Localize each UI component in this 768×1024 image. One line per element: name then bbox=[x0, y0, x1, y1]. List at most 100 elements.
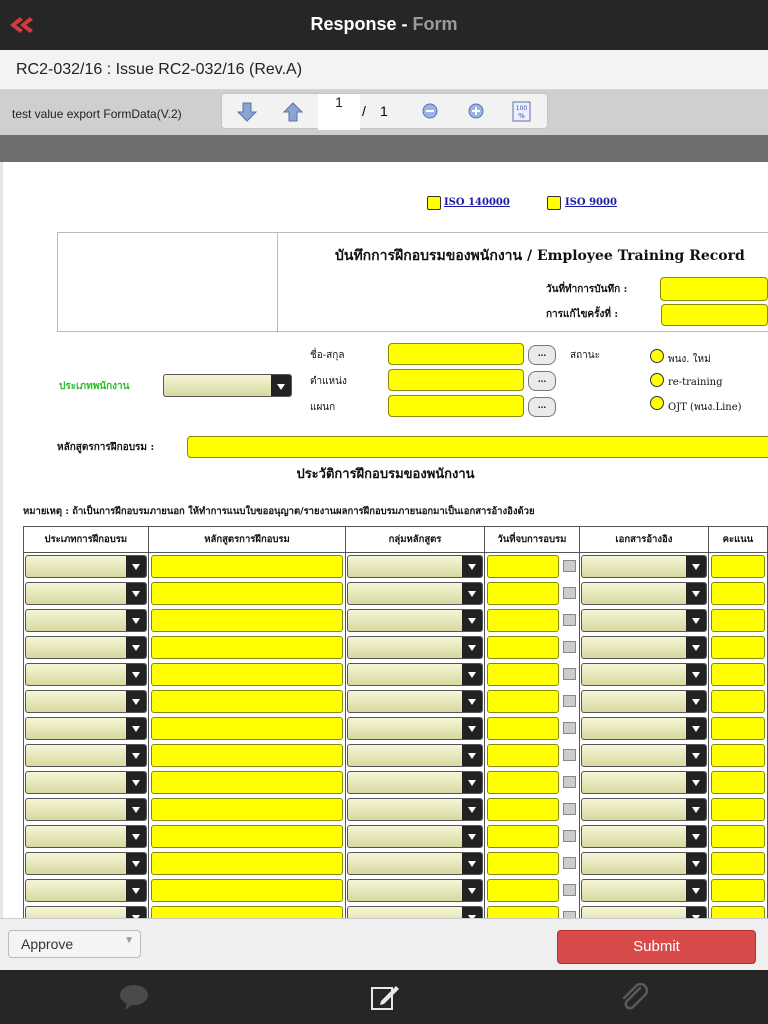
training-type-dropdown[interactable] bbox=[25, 905, 147, 918]
arrow-down-icon[interactable] bbox=[235, 100, 259, 124]
course-input[interactable] bbox=[150, 797, 344, 821]
end-date-input[interactable] bbox=[486, 851, 559, 875]
course-input[interactable] bbox=[150, 555, 344, 578]
course-group-dropdown[interactable] bbox=[347, 581, 483, 605]
course-group-dropdown[interactable] bbox=[347, 716, 483, 740]
reference-dropdown[interactable] bbox=[580, 878, 707, 902]
end-date-input[interactable] bbox=[486, 555, 559, 578]
course-group-dropdown[interactable] bbox=[347, 555, 483, 578]
calendar-icon[interactable] bbox=[562, 748, 576, 761]
calendar-icon[interactable] bbox=[562, 910, 576, 918]
status-radio-ojt[interactable] bbox=[650, 396, 664, 410]
reference-dropdown[interactable] bbox=[580, 905, 707, 918]
score-input[interactable] bbox=[710, 797, 765, 821]
status-radio-retraining[interactable] bbox=[650, 373, 664, 387]
reference-dropdown[interactable] bbox=[580, 851, 707, 875]
score-input[interactable] bbox=[710, 689, 765, 713]
training-type-dropdown[interactable] bbox=[25, 608, 147, 632]
course-group-dropdown[interactable] bbox=[347, 824, 483, 848]
zoom-100-icon[interactable]: 100 % bbox=[510, 100, 534, 124]
course-group-dropdown[interactable] bbox=[347, 770, 483, 794]
end-date-input[interactable] bbox=[486, 824, 559, 848]
score-input[interactable] bbox=[710, 555, 765, 578]
course-input[interactable] bbox=[150, 878, 344, 902]
course-field[interactable] bbox=[187, 436, 768, 458]
page-number-input[interactable]: 1 bbox=[318, 94, 360, 130]
calendar-icon[interactable] bbox=[562, 829, 576, 842]
end-date-input[interactable] bbox=[486, 905, 559, 918]
training-type-dropdown[interactable] bbox=[25, 797, 147, 821]
training-type-dropdown[interactable] bbox=[25, 662, 147, 686]
calendar-icon[interactable] bbox=[562, 883, 576, 896]
score-input[interactable] bbox=[710, 878, 765, 902]
record-date-field[interactable] bbox=[660, 277, 768, 301]
course-group-dropdown[interactable] bbox=[347, 905, 483, 918]
comment-icon[interactable] bbox=[118, 982, 150, 1012]
end-date-input[interactable] bbox=[486, 716, 559, 740]
score-input[interactable] bbox=[710, 581, 765, 605]
course-input[interactable] bbox=[150, 581, 344, 605]
reference-dropdown[interactable] bbox=[580, 824, 707, 848]
reference-dropdown[interactable] bbox=[580, 797, 707, 821]
course-input[interactable] bbox=[150, 689, 344, 713]
course-input[interactable] bbox=[150, 824, 344, 848]
calendar-icon[interactable] bbox=[562, 613, 576, 626]
calendar-icon[interactable] bbox=[562, 586, 576, 599]
course-group-dropdown[interactable] bbox=[347, 797, 483, 821]
score-input[interactable] bbox=[710, 851, 765, 875]
submit-button[interactable]: Submit bbox=[557, 930, 756, 964]
end-date-input[interactable] bbox=[486, 878, 559, 902]
score-input[interactable] bbox=[710, 824, 765, 848]
score-input[interactable] bbox=[710, 716, 765, 740]
position-field[interactable] bbox=[388, 369, 524, 391]
course-group-dropdown[interactable] bbox=[347, 635, 483, 659]
training-type-dropdown[interactable] bbox=[25, 851, 147, 875]
zoom-out-icon[interactable] bbox=[418, 100, 442, 124]
training-type-dropdown[interactable] bbox=[25, 581, 147, 605]
training-type-dropdown[interactable] bbox=[25, 824, 147, 848]
reference-dropdown[interactable] bbox=[580, 662, 707, 686]
calendar-icon[interactable] bbox=[562, 775, 576, 788]
end-date-input[interactable] bbox=[486, 689, 559, 713]
iso-140000-checkbox[interactable] bbox=[427, 196, 441, 210]
calendar-icon[interactable] bbox=[562, 802, 576, 815]
training-type-dropdown[interactable] bbox=[25, 743, 147, 767]
training-type-dropdown[interactable] bbox=[25, 716, 147, 740]
course-group-dropdown[interactable] bbox=[347, 851, 483, 875]
course-group-dropdown[interactable] bbox=[347, 878, 483, 902]
course-input[interactable] bbox=[150, 662, 344, 686]
arrow-up-icon[interactable] bbox=[281, 100, 305, 124]
training-type-dropdown[interactable] bbox=[25, 770, 147, 794]
calendar-icon[interactable] bbox=[562, 721, 576, 734]
score-input[interactable] bbox=[710, 635, 765, 659]
calendar-icon[interactable] bbox=[562, 856, 576, 869]
name-field[interactable] bbox=[388, 343, 524, 365]
attachment-icon[interactable] bbox=[618, 982, 650, 1012]
zoom-in-icon[interactable] bbox=[464, 100, 488, 124]
score-input[interactable] bbox=[710, 905, 765, 918]
course-group-dropdown[interactable] bbox=[347, 689, 483, 713]
calendar-icon[interactable] bbox=[562, 640, 576, 653]
calendar-icon[interactable] bbox=[562, 560, 576, 572]
edit-form-icon[interactable] bbox=[369, 982, 401, 1012]
reference-dropdown[interactable] bbox=[580, 608, 707, 632]
course-group-dropdown[interactable] bbox=[347, 743, 483, 767]
course-input[interactable] bbox=[150, 851, 344, 875]
reference-dropdown[interactable] bbox=[580, 770, 707, 794]
reference-dropdown[interactable] bbox=[580, 689, 707, 713]
calendar-icon[interactable] bbox=[562, 694, 576, 707]
course-input[interactable] bbox=[150, 905, 344, 918]
status-radio-new[interactable] bbox=[650, 349, 664, 363]
approve-select[interactable]: Approve ▼ bbox=[8, 930, 141, 958]
end-date-input[interactable] bbox=[486, 635, 559, 659]
score-input[interactable] bbox=[710, 770, 765, 794]
iso-9000-checkbox[interactable] bbox=[547, 196, 561, 210]
course-group-dropdown[interactable] bbox=[347, 608, 483, 632]
end-date-input[interactable] bbox=[486, 608, 559, 632]
course-group-dropdown[interactable] bbox=[347, 662, 483, 686]
score-input[interactable] bbox=[710, 608, 765, 632]
end-date-input[interactable] bbox=[486, 743, 559, 767]
reference-dropdown[interactable] bbox=[580, 743, 707, 767]
department-field[interactable] bbox=[388, 395, 524, 417]
score-input[interactable] bbox=[710, 662, 765, 686]
